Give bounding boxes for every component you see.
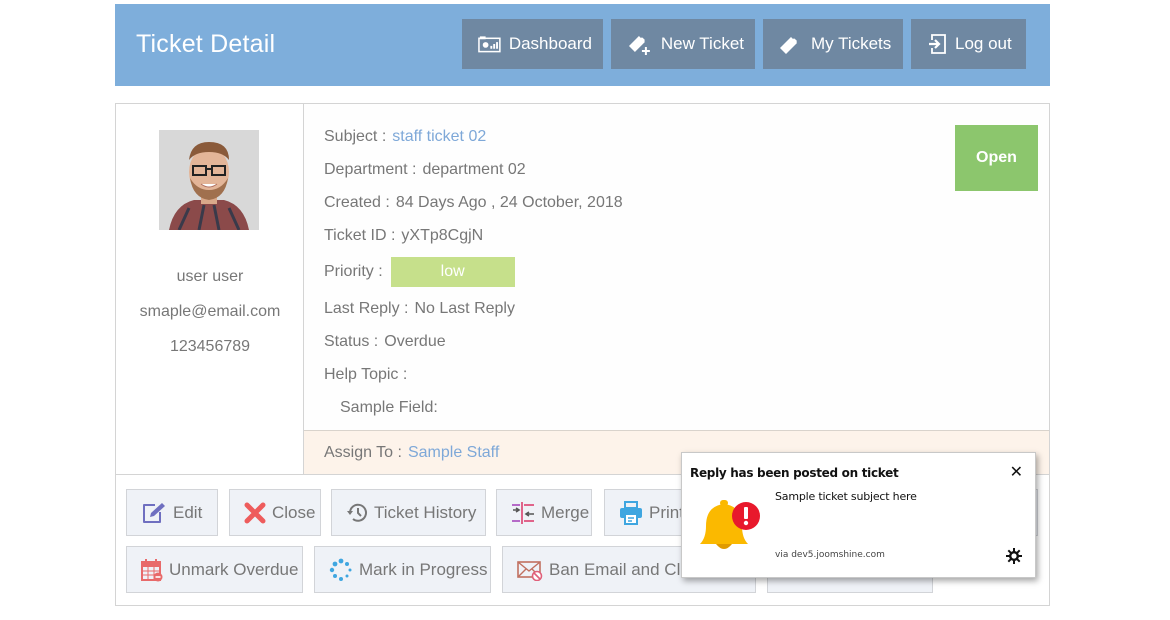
close-ticket-button[interactable]: Close: [229, 489, 321, 536]
dashboard-label: Dashboard: [508, 34, 592, 53]
notification-source: via dev5.joomshine.com: [775, 550, 885, 560]
status-row: Status : Overdue: [324, 333, 446, 351]
user-email: smaple@email.com: [139, 303, 281, 320]
ban-email-icon: [517, 560, 543, 581]
mark-in-progress-label: Mark in Progress: [359, 559, 488, 579]
page-title: Ticket Detail: [136, 30, 276, 58]
unmark-overdue-button[interactable]: Unmark Overdue: [126, 546, 303, 593]
user-phone: 123456789: [169, 338, 251, 355]
last-reply-row: Last Reply : No Last Reply: [324, 300, 515, 318]
ticket-id-label: Ticket ID :: [324, 227, 396, 244]
user-info-panel: user user smaple@email.com 123456789: [116, 104, 304, 474]
help-topic-label: Help Topic :: [324, 366, 408, 383]
print-label: Print: [649, 502, 684, 522]
notification-body: Sample ticket subject here: [775, 490, 917, 503]
ticket-details: Subject : staff ticket 02 Department : dep…: [304, 104, 1049, 430]
close-icon[interactable]: ✕: [1010, 462, 1023, 481]
edit-icon: [143, 502, 165, 523]
priority-label: Priority :: [324, 263, 383, 281]
ticket-id-value: yXTp8CgjN: [401, 227, 484, 244]
logout-button[interactable]: Log out: [911, 19, 1026, 69]
assign-label: Assign To :: [324, 444, 402, 461]
new-ticket-button[interactable]: New Ticket: [611, 19, 755, 69]
last-reply-value: No Last Reply: [414, 300, 515, 317]
created-value: 84 Days Ago , 24 October, 2018: [395, 194, 623, 211]
department-value: department 02: [422, 161, 526, 178]
dashboard-icon: [478, 36, 501, 53]
priority-badge: low: [390, 257, 515, 287]
ticket-history-label: Ticket History: [374, 502, 477, 522]
history-icon: [347, 503, 367, 522]
spinner-icon: [329, 558, 352, 581]
printer-icon: [620, 500, 642, 525]
new-ticket-icon: [628, 36, 650, 55]
status-value: Overdue: [384, 333, 446, 350]
ticket-id-row: Ticket ID : yXTp8CgjN: [324, 227, 483, 245]
logout-icon: [929, 34, 946, 54]
last-reply-label: Last Reply :: [324, 300, 409, 317]
calendar-icon: [141, 558, 163, 581]
bell-alert-icon: [696, 498, 762, 560]
notification-title: Reply has been posted on ticket: [690, 466, 899, 480]
notification-toast[interactable]: Reply has been posted on ticket ✕ Sample…: [681, 452, 1036, 578]
page-header: Ticket Detail Dashboard New Ticket My Ti…: [115, 4, 1050, 86]
sample-field-label: Sample Field:: [340, 399, 438, 416]
status-badge: Open: [955, 125, 1038, 191]
edit-label: Edit: [173, 502, 203, 522]
created-label: Created :: [324, 194, 390, 211]
department-row: Department : department 02: [324, 161, 526, 179]
subject-row: Subject : staff ticket 02: [324, 128, 486, 146]
priority-row: Priority : low: [324, 257, 515, 287]
close-x-icon: [244, 502, 266, 523]
sample-field-row: Sample Field:: [340, 399, 438, 417]
merge-button[interactable]: Merge: [496, 489, 592, 536]
my-tickets-label: My Tickets: [811, 34, 892, 53]
assign-row: Assign To : Sample Staff: [324, 444, 499, 462]
close-label: Close: [272, 502, 316, 522]
merge-icon: [512, 501, 534, 524]
mark-in-progress-button[interactable]: Mark in Progress: [314, 546, 491, 593]
new-ticket-label: New Ticket: [660, 34, 744, 53]
help-topic-row: Help Topic :: [324, 366, 407, 384]
subject-link[interactable]: staff ticket 02: [392, 128, 486, 145]
edit-button[interactable]: Edit: [126, 489, 218, 536]
gear-icon[interactable]: [1005, 547, 1023, 569]
status-label: Status :: [324, 333, 379, 350]
department-label: Department :: [324, 161, 417, 178]
ticket-icon: [780, 37, 797, 54]
assign-staff-link[interactable]: Sample Staff: [408, 444, 499, 461]
my-tickets-button[interactable]: My Tickets: [763, 19, 903, 69]
unmark-overdue-label: Unmark Overdue: [169, 559, 299, 579]
logout-label: Log out: [955, 34, 1012, 53]
subject-label: Subject :: [324, 128, 387, 145]
ticket-history-button[interactable]: Ticket History: [331, 489, 486, 536]
user-name: user user: [176, 268, 244, 285]
dashboard-button[interactable]: Dashboard: [462, 19, 603, 69]
created-row: Created : 84 Days Ago , 24 October, 2018: [324, 194, 623, 212]
avatar: [159, 130, 259, 230]
merge-label: Merge: [541, 502, 590, 522]
